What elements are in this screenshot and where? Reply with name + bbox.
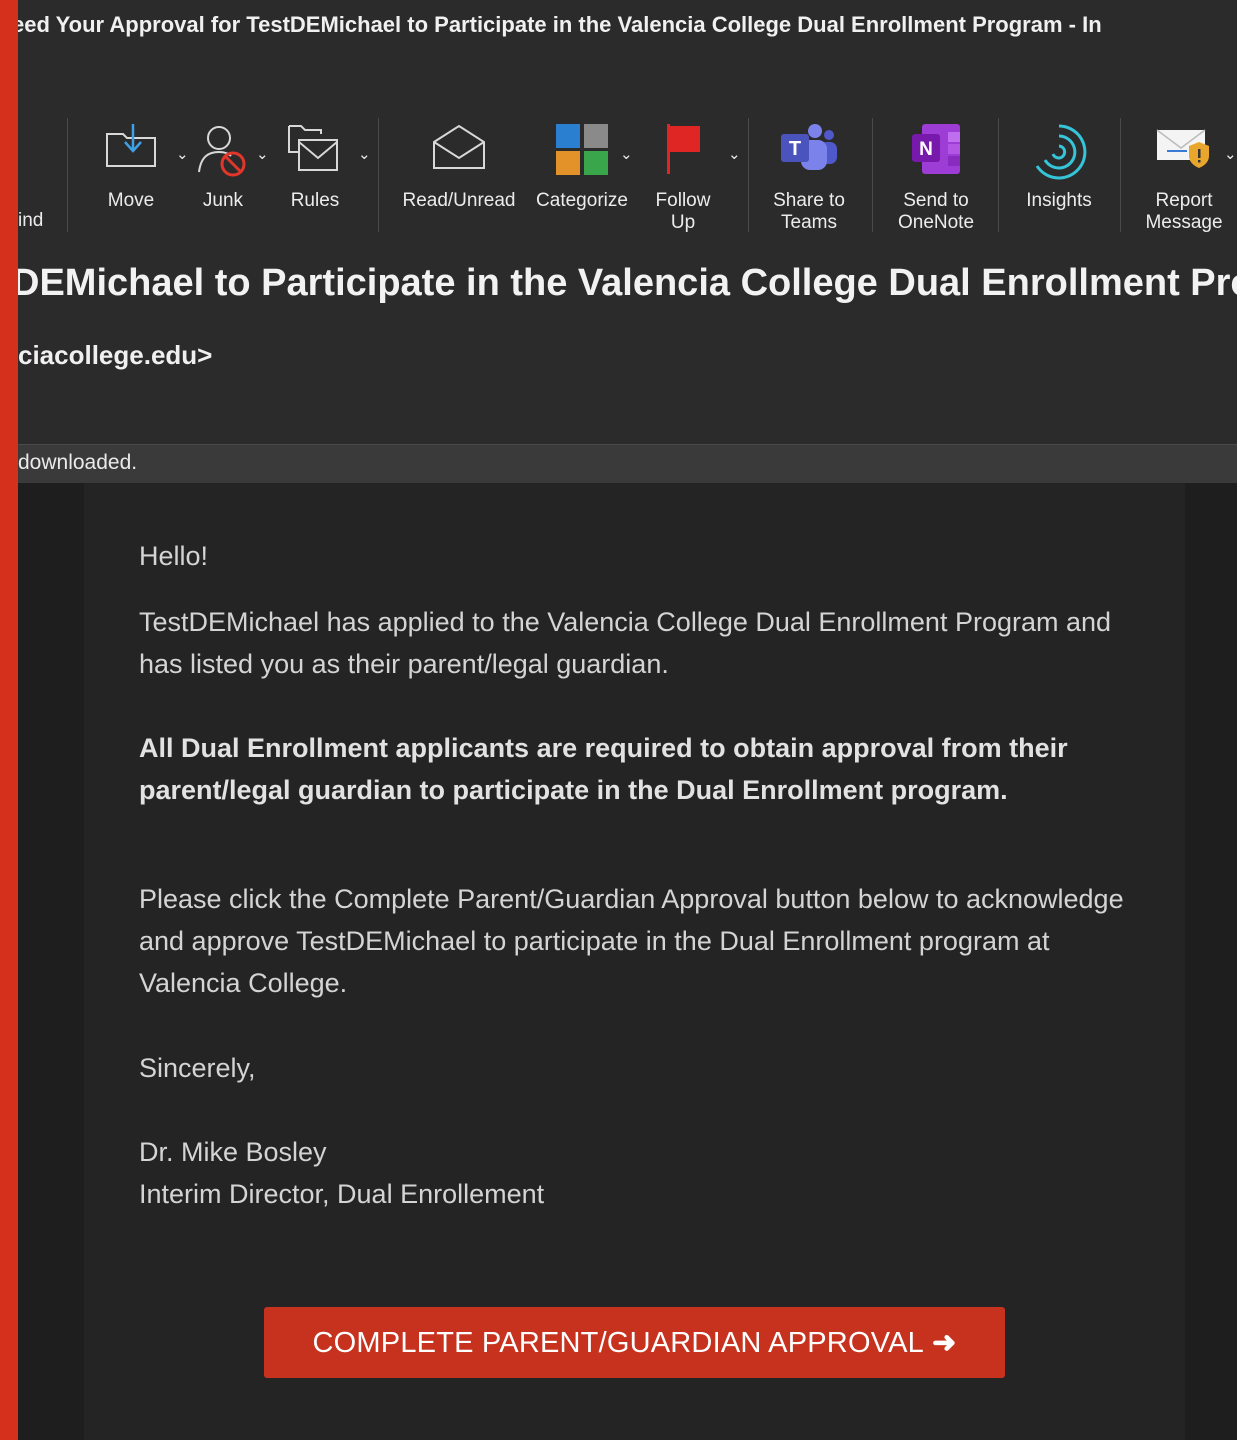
signer-title: Interim Director, Dual Enrollement: [139, 1179, 545, 1209]
onenote-icon: N: [908, 122, 964, 182]
svg-text:T: T: [789, 138, 801, 160]
report-message-button[interactable]: ⌄ Report Message: [1140, 116, 1237, 236]
send-to-onenote-label: Send to OneNote: [897, 190, 975, 233]
paragraph-approval-required: All Dual Enrollment applicants are requi…: [139, 733, 1068, 805]
rules-label: Rules: [290, 190, 340, 211]
junk-person-icon: [195, 122, 251, 184]
window-titlebar: eed Your Approval for TestDEMichael to P…: [18, 0, 1237, 54]
chevron-down-icon[interactable]: ⌄: [1224, 144, 1237, 166]
move-button[interactable]: ⌄ Move: [90, 116, 189, 236]
ribbon-partial-label[interactable]: ind: [18, 210, 43, 232]
message-body-card: Hello! TestDEMichael has applied to the …: [84, 483, 1185, 1440]
insights-icon: [1029, 122, 1089, 188]
complete-approval-button[interactable]: COMPLETE PARENT/GUARDIAN APPROVAL ➜: [264, 1307, 1005, 1378]
ribbon-separator: [998, 118, 999, 232]
move-label: Move: [107, 190, 155, 211]
chevron-down-icon[interactable]: ⌄: [620, 144, 633, 166]
paragraph-application: TestDEMichael has applied to the Valenci…: [139, 607, 1112, 679]
rules-mail-icon: [287, 122, 343, 180]
follow-up-button[interactable]: ⌄ Follow Up: [650, 116, 741, 236]
read-unread-label: Read/Unread: [402, 190, 516, 211]
ribbon-toolbar: ind ⌄ Move ⌄ Junk ⌄ Rules Read/Unread ⌄ …: [18, 54, 1237, 247]
chevron-down-icon[interactable]: ⌄: [176, 144, 189, 166]
chevron-down-icon[interactable]: ⌄: [728, 144, 741, 166]
mail-window: eed Your Approval for TestDEMichael to P…: [18, 0, 1237, 1440]
categorize-label: Categorize: [536, 190, 628, 211]
move-folder-icon: [103, 122, 159, 176]
arrow-right-icon: ➜: [931, 1327, 957, 1359]
left-red-strip: [0, 0, 18, 1440]
teams-icon: T: [779, 122, 839, 182]
read-unread-button[interactable]: Read/Unread: [398, 116, 520, 236]
insights-label: Insights: [1026, 190, 1092, 211]
message-subject: DEMichael to Participate in the Valencia…: [18, 262, 1237, 304]
closing: Sincerely,: [139, 1053, 256, 1083]
ribbon-separator: [1120, 118, 1121, 232]
infobar-text: downloaded.: [18, 451, 138, 474]
flag-icon: [663, 122, 703, 182]
paragraph-instructions: Please click the Complete Parent/Guardia…: [139, 884, 1124, 998]
chevron-down-icon[interactable]: ⌄: [256, 144, 269, 166]
ribbon-separator: [67, 118, 68, 232]
greeting: Hello!: [139, 541, 209, 571]
junk-label: Junk: [202, 190, 244, 211]
send-to-onenote-button[interactable]: N Send to OneNote: [888, 116, 984, 236]
report-envelope-icon: [1155, 122, 1213, 178]
svg-text:N: N: [919, 139, 933, 160]
junk-button[interactable]: ⌄ Junk: [194, 116, 269, 236]
rules-button[interactable]: ⌄ Rules: [282, 116, 371, 236]
category-grid-icon: [554, 122, 610, 182]
insights-button[interactable]: Insights: [1016, 116, 1102, 236]
report-message-label: Report Message: [1145, 190, 1223, 233]
signer-name: Dr. Mike Bosley: [139, 1137, 327, 1167]
download-infobar[interactable]: downloaded.: [18, 444, 1237, 484]
open-envelope-icon: [431, 122, 487, 178]
share-to-teams-button[interactable]: T Share to Teams: [764, 116, 854, 236]
complete-approval-label: COMPLETE PARENT/GUARDIAN APPROVAL: [312, 1327, 924, 1359]
ribbon-separator: [748, 118, 749, 232]
sender-address[interactable]: ciacollege.edu>: [18, 340, 212, 371]
ribbon-separator: [872, 118, 873, 232]
chevron-down-icon[interactable]: ⌄: [358, 144, 371, 166]
follow-up-label: Follow Up: [655, 190, 711, 233]
window-title: eed Your Approval for TestDEMichael to P…: [18, 12, 1102, 37]
share-to-teams-label: Share to Teams: [773, 190, 845, 233]
ribbon-separator: [378, 118, 379, 232]
categorize-button[interactable]: ⌄ Categorize: [530, 116, 634, 236]
